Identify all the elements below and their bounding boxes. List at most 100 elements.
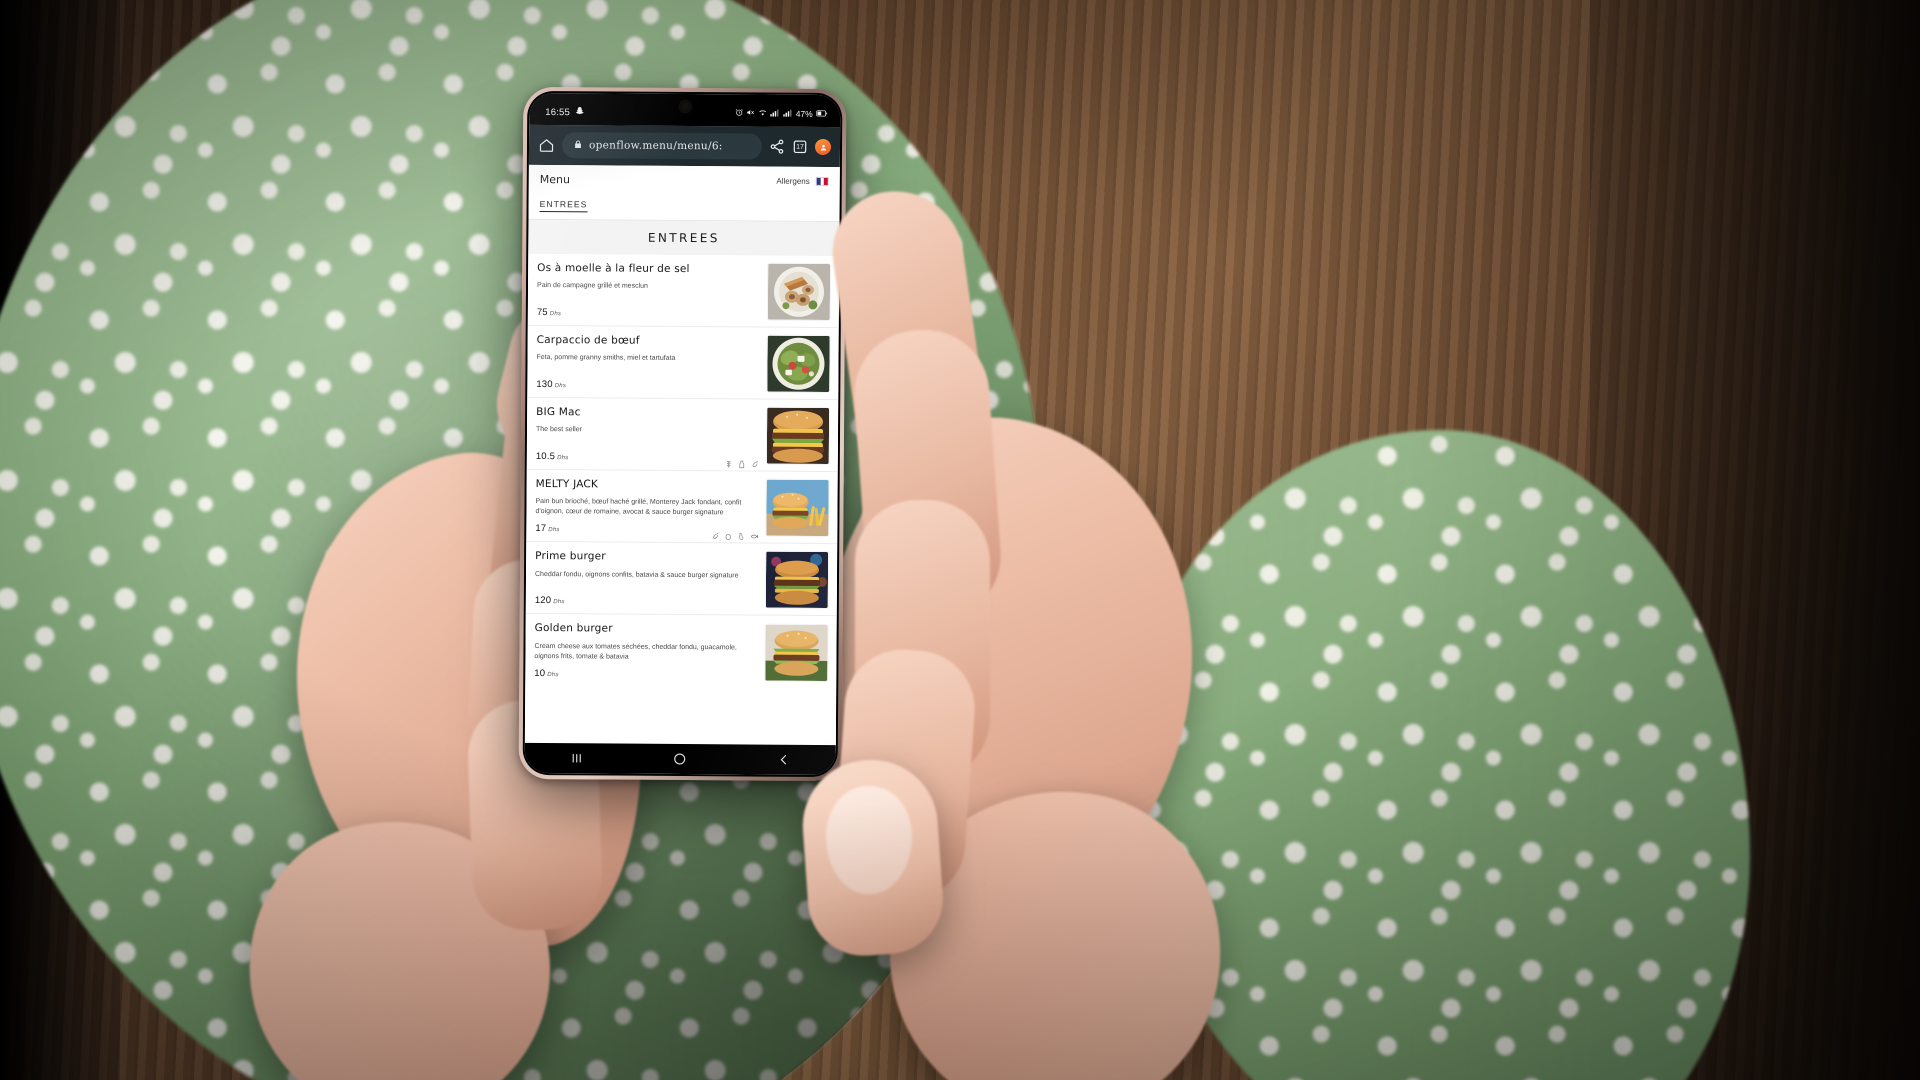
menu-item-price: 10.5 Dhs xyxy=(536,451,569,462)
web-page: Menu Allergens ENTREES ENTREES Os à moel… xyxy=(524,164,840,746)
menu-item-body: BIG Mac The best seller 10.5 Dhs xyxy=(536,405,759,469)
menu-item-footer: 130 Dhs xyxy=(536,373,759,392)
menu-item-price: 130 Dhs xyxy=(536,379,566,390)
price-value: 17 xyxy=(535,523,547,535)
price-value: 120 xyxy=(534,595,552,607)
menu-item-description: Pain de campagne grillé et mesclun xyxy=(537,282,648,290)
menu-item-price: 17 Dhs xyxy=(535,523,559,534)
menu-item-price: 75 Dhs xyxy=(537,307,561,318)
snapchat-icon xyxy=(575,106,584,118)
wifi-icon xyxy=(758,109,767,119)
menu-item-price: 10 Dhs xyxy=(534,668,558,679)
smartphone: 16:55 47% openflow.menu/menu/6: 17 Menu … xyxy=(518,86,847,782)
browser-toolbar: openflow.menu/menu/6: 17 xyxy=(528,124,841,168)
brand-title: Menu xyxy=(539,172,571,187)
menu-item-name: Golden burger xyxy=(534,622,613,635)
home-circle-icon[interactable] xyxy=(672,751,688,767)
menu-item-description: The best seller xyxy=(536,426,582,434)
allergen-badges xyxy=(725,455,759,469)
recents-icon[interactable] xyxy=(569,750,585,766)
battery-icon xyxy=(816,110,828,119)
menu-item[interactable]: Os à moelle à la fleur de sel Pain de ca… xyxy=(527,253,840,329)
menu-item-footer: 120 Dhs xyxy=(535,589,758,608)
android-nav-bar xyxy=(524,742,836,776)
phone-screen: 16:55 47% openflow.menu/menu/6: 17 Menu … xyxy=(524,92,841,776)
menu-item-name: BIG Mac xyxy=(536,405,581,419)
menu-item-name: Prime burger xyxy=(535,550,606,563)
menu-item-footer: 10 Dhs xyxy=(534,662,757,681)
price-value: 130 xyxy=(536,378,553,391)
back-chevron-icon[interactable] xyxy=(776,752,792,768)
menu-item-body: Golden burger Cream cheese aux tomates s… xyxy=(534,622,757,680)
profile-avatar-icon[interactable] xyxy=(814,138,832,156)
tabs-icon[interactable]: 17 xyxy=(792,139,808,155)
tabs-count: 17 xyxy=(796,143,804,151)
menu-item-description: Feta, pomme granny smiths, miel et tartu… xyxy=(536,354,676,363)
address-bar[interactable]: openflow.menu/menu/6: xyxy=(561,132,763,160)
signal-icon xyxy=(770,109,780,119)
category-tabs: ENTREES xyxy=(528,189,840,223)
peanut-icon[interactable] xyxy=(737,528,745,541)
menu-item[interactable]: BIG Mac The best seller 10.5 Dhs xyxy=(526,397,839,473)
section-heading: ENTREES xyxy=(528,219,840,257)
price-value: 75 xyxy=(536,306,548,319)
menu-item-name: MELTY JACK xyxy=(535,477,599,491)
menu-item-image-prime-burger[interactable] xyxy=(765,551,829,609)
status-time: 16:55 xyxy=(545,106,571,118)
allergen-badges xyxy=(711,528,758,541)
battery-percent-label: 47% xyxy=(795,108,813,119)
menu-item[interactable]: MELTY JACK Pain bun brioché, bœuf haché … xyxy=(526,469,838,545)
menu-item-name: Carpaccio de bœuf xyxy=(536,333,640,347)
status-bar-left: 16:55 xyxy=(545,106,584,118)
photo-scene: 16:55 47% openflow.menu/menu/6: 17 Menu … xyxy=(0,0,1920,1080)
menu-item-footer: 17 Dhs xyxy=(535,517,758,541)
price-currency: Dhs xyxy=(557,455,569,462)
price-value: 10.5 xyxy=(535,450,556,463)
signal-icon-2 xyxy=(783,109,792,119)
thumbnail-nail xyxy=(826,786,912,894)
menu-item-image-big-mac[interactable] xyxy=(766,407,830,465)
header-right: Allergens xyxy=(776,176,829,187)
egg-icon[interactable] xyxy=(724,528,732,541)
menu-item-image-golden-burger[interactable] xyxy=(765,624,828,681)
status-bar: 16:55 47% xyxy=(529,92,841,128)
gluten-icon[interactable] xyxy=(725,455,733,468)
menu-item-body: Carpaccio de bœuf Feta, pomme granny smi… xyxy=(536,334,759,392)
spicy-icon[interactable] xyxy=(751,455,759,468)
home-icon[interactable] xyxy=(538,136,555,153)
menu-item-body: Prime burger Cheddar fondu, oignons conf… xyxy=(535,550,758,608)
french-flag-icon[interactable] xyxy=(815,176,829,187)
price-value: 10 xyxy=(534,667,546,679)
menu-item[interactable]: Golden burger Cream cheese aux tomates s… xyxy=(525,614,836,688)
tab-entrees[interactable]: ENTREES xyxy=(539,198,588,213)
menu-item-footer: 75 Dhs xyxy=(537,301,760,320)
menu-item-list: Os à moelle à la fleur de sel Pain de ca… xyxy=(524,253,840,746)
menu-item-image-carpaccio[interactable] xyxy=(767,335,830,393)
menu-item[interactable]: Carpaccio de bœuf Feta, pomme granny smi… xyxy=(527,325,839,401)
mute-icon xyxy=(747,109,755,119)
lock-icon xyxy=(573,136,583,154)
status-bar-right: 47% xyxy=(735,108,828,119)
menu-item-image-melty-jack[interactable] xyxy=(766,479,829,537)
menu-item-footer: 10.5 Dhs xyxy=(536,445,759,469)
front-camera-notch xyxy=(679,100,691,113)
allergens-link[interactable]: Allergens xyxy=(776,177,809,186)
price-currency: Dhs xyxy=(553,599,565,606)
price-currency: Dhs xyxy=(554,383,567,390)
price-currency: Dhs xyxy=(548,527,560,534)
share-icon[interactable] xyxy=(769,139,785,155)
price-currency: Dhs xyxy=(549,311,562,318)
fish-icon[interactable] xyxy=(750,528,758,539)
menu-item-description: Pain bun brioché, bœuf haché grillé, Mon… xyxy=(535,498,742,517)
menu-item-body: MELTY JACK Pain bun brioché, bœuf haché … xyxy=(535,477,758,541)
menu-item-price: 120 Dhs xyxy=(535,595,565,606)
menu-item-image-bone-marrow[interactable] xyxy=(767,263,831,321)
menu-item[interactable]: Prime burger Cheddar fondu, oignons conf… xyxy=(525,542,838,617)
alarm-icon xyxy=(735,109,743,119)
menu-item-description: Cream cheese aux tomates séchées, chedda… xyxy=(534,642,737,661)
spicy-icon[interactable] xyxy=(711,528,719,540)
menu-item-description: Cheddar fondu, oignons confits, batavia … xyxy=(534,570,739,579)
phone-bezel: 16:55 47% openflow.menu/menu/6: 17 Menu … xyxy=(522,90,843,778)
menu-item-name: Os à moelle à la fleur de sel xyxy=(537,261,690,276)
dairy-icon[interactable] xyxy=(738,455,746,469)
